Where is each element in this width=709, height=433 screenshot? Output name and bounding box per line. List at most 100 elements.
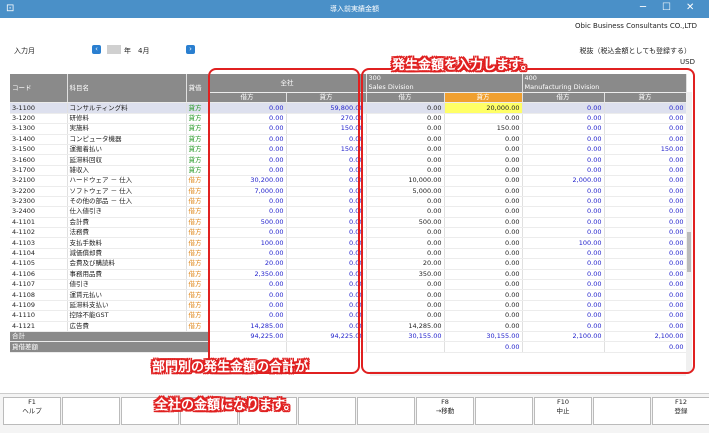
function-key-label: →移動 [435, 407, 455, 415]
prev-month-button[interactable]: ‹ [92, 45, 101, 54]
cell-account-name: 延滞料支払い [67, 300, 187, 312]
cell-side: 貸方 [186, 134, 209, 145]
cell-side: 貸方 [186, 123, 209, 135]
cell-side: 貸方 [186, 113, 209, 125]
cell-code: 4-1102 [10, 227, 68, 239]
function-key-code: F8 [441, 398, 449, 406]
cell-code: 3-1700 [10, 165, 68, 177]
cell-account-name: 仕入値引き [67, 206, 187, 218]
cell-code: 4-1107 [10, 279, 68, 291]
cell-code: 3-2200 [10, 186, 68, 197]
chevron-right-icon: › [189, 45, 192, 53]
cell-code: 3-1300 [10, 123, 68, 135]
difference-label: 貸借差額 [10, 341, 209, 353]
highlight-box-all-company [208, 68, 360, 374]
cell-account-name: 実施料 [67, 123, 187, 135]
cell-side: 借方 [186, 248, 209, 260]
highlight-box-divisions [361, 68, 695, 374]
year-suffix: 年 [124, 47, 131, 55]
cell-side: 借方 [186, 227, 209, 239]
cell-account-name: 研修料 [67, 113, 187, 125]
cell-code: 4-1121 [10, 321, 68, 333]
function-key-label: 中止 [556, 407, 570, 415]
cell-code: 3-1600 [10, 154, 68, 166]
cell-side: 貸方 [186, 144, 209, 156]
cell-side: 借方 [186, 258, 209, 270]
cell-account-name: 減価償却費 [67, 248, 187, 260]
cell-side: 貸方 [186, 102, 209, 114]
currency-label: USD [680, 58, 695, 66]
function-key-11[interactable] [593, 397, 651, 425]
col-header-side: 貸借 [186, 74, 209, 104]
cell-account-name: 雑収入 [67, 165, 187, 177]
cell-account-name: 支払手数料 [67, 237, 187, 249]
cell-code: 3-2300 [10, 196, 68, 208]
cell-side: 借方 [186, 186, 209, 197]
function-key-9[interactable] [475, 397, 533, 425]
col-header-account: 科目名 [67, 74, 187, 104]
cell-code: 3-2100 [10, 175, 68, 187]
minimize-icon[interactable]: ─ [640, 2, 646, 13]
function-key-bar: F1 ヘルプ F8 →移動 F10 中止 F12 登録 [0, 393, 709, 433]
input-month-label: 入力月 [14, 47, 35, 55]
window-titlebar: ⊡ 導入前実績金額 ─ ☐ ✕ [0, 0, 709, 18]
function-key-code: F12 [674, 398, 687, 406]
function-key-code: F10 [556, 398, 569, 406]
function-key-label: 登録 [674, 407, 688, 415]
cell-account-name: コンサルティング料 [67, 102, 187, 114]
cell-code: 4-1104 [10, 248, 68, 260]
callout-bottom-line2: 全社の金額になります。 [155, 398, 297, 413]
year-field[interactable] [107, 45, 121, 54]
callout-bottom-line1: 部門別の発生金額の合計が [152, 360, 309, 375]
cell-side: 借方 [186, 237, 209, 249]
cell-code: 4-1101 [10, 217, 68, 229]
cell-code: 4-1110 [10, 310, 68, 322]
cell-code: 3-1400 [10, 134, 68, 145]
cell-side: 借方 [186, 206, 209, 218]
cell-side: 借方 [186, 300, 209, 312]
cell-account-name: その他の部品 － 仕入 [67, 196, 187, 208]
cell-account-name: 運搬着払い [67, 144, 187, 156]
cell-side: 借方 [186, 321, 209, 333]
cell-account-name: ハードウェア － 仕入 [67, 175, 187, 187]
cell-side: 借方 [186, 269, 209, 281]
company-name: Obic Business Consultants CO.,LTD [575, 22, 697, 30]
cell-account-name: コンピュータ機器 [67, 134, 187, 145]
cell-account-name: 会費及び購読料 [67, 258, 187, 270]
cell-code: 3-2400 [10, 206, 68, 218]
function-key-6[interactable] [298, 397, 356, 425]
function-key-1[interactable]: F1 ヘルプ [3, 397, 61, 425]
totals-label: 合計 [10, 331, 209, 343]
cell-side: 借方 [186, 289, 209, 301]
function-key-12[interactable]: F12 登録 [652, 397, 709, 425]
cell-side: 借方 [186, 196, 209, 208]
close-icon[interactable]: ✕ [686, 2, 694, 13]
cell-account-name: 値引き [67, 279, 187, 291]
function-key-label: ヘルプ [22, 407, 42, 415]
col-header-code: コード [10, 74, 68, 104]
cell-code: 3-1100 [10, 102, 68, 114]
function-key-2[interactable] [62, 397, 120, 425]
function-key-7[interactable] [357, 397, 415, 425]
cell-account-name: ソフトウェア － 仕入 [67, 186, 187, 197]
maximize-icon[interactable]: ☐ [662, 2, 671, 13]
cell-side: 借方 [186, 310, 209, 322]
tax-note: 税抜（税込金額としても登録する） [579, 47, 691, 55]
cell-code: 4-1106 [10, 269, 68, 281]
cell-account-name: 会計費 [67, 217, 187, 229]
callout-top: 発生金額を入力します。 [392, 58, 534, 73]
cell-account-name: 運賃元払い [67, 289, 187, 301]
month-value: 4月 [138, 47, 150, 55]
cell-code: 4-1108 [10, 289, 68, 301]
chevron-left-icon: ‹ [95, 45, 98, 53]
next-month-button[interactable]: › [186, 45, 195, 54]
cell-account-name: 法務費 [67, 227, 187, 239]
cell-side: 借方 [186, 217, 209, 229]
function-key-10[interactable]: F10 中止 [534, 397, 592, 425]
function-key-8[interactable]: F8 →移動 [416, 397, 474, 425]
cell-code: 4-1105 [10, 258, 68, 270]
cell-side: 借方 [186, 175, 209, 187]
cell-code: 4-1103 [10, 237, 68, 249]
function-key-code: F1 [28, 398, 36, 406]
cell-account-name: 控除不能GST [67, 310, 187, 322]
